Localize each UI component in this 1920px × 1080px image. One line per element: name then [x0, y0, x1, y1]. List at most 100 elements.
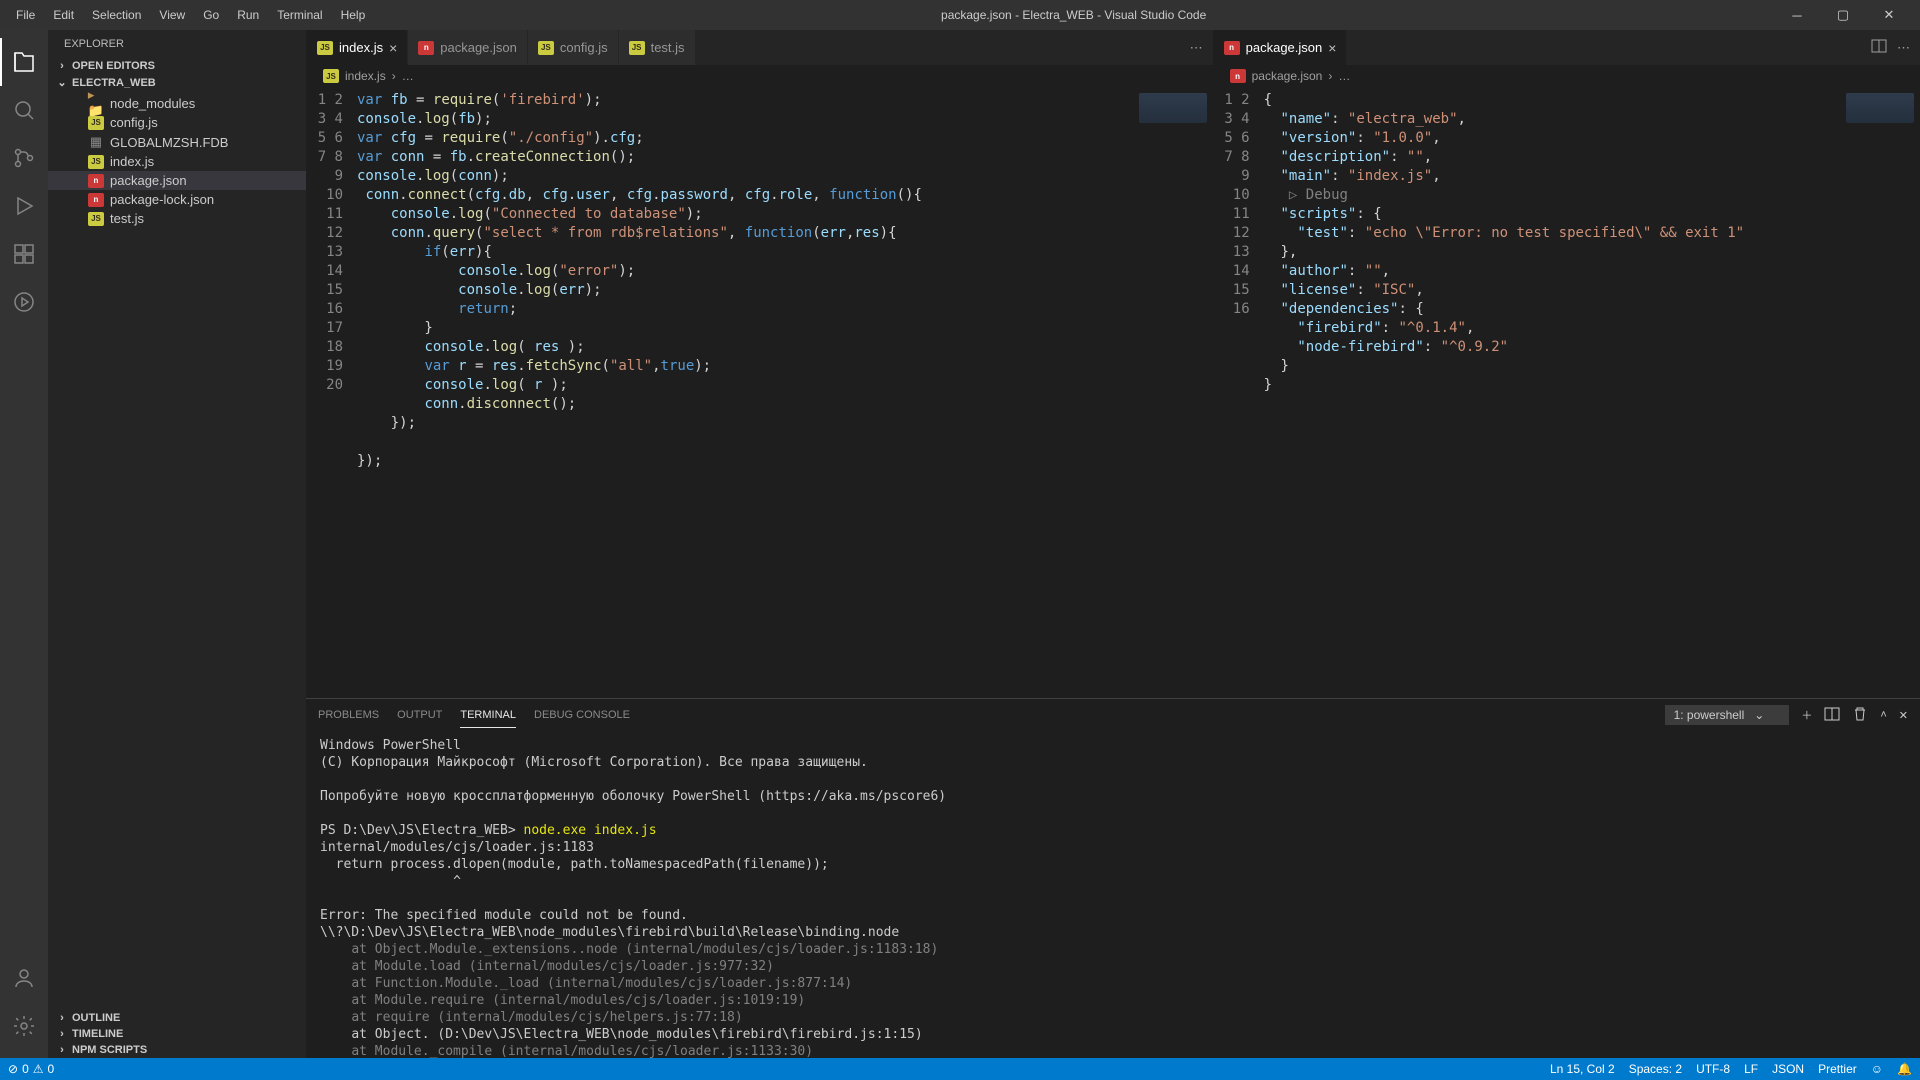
- titlebar: FileEditSelectionViewGoRunTerminalHelp p…: [0, 0, 1920, 30]
- chevron-right-icon: ›: [56, 1044, 68, 1056]
- tabs-right: npackage.json× ⋯: [1214, 30, 1920, 65]
- close-button[interactable]: ✕: [1866, 0, 1912, 30]
- code-content[interactable]: var fb = require('firebird'); console.lo…: [357, 87, 1133, 698]
- minimap[interactable]: [1133, 87, 1213, 698]
- gutter: 1 2 3 4 5 6 7 8 9 10 11 12 13 14 15 16 1…: [307, 87, 357, 698]
- main-area: EXPLORER ›OPEN EDITORS ⌄ELECTRA_WEB ▸ 📁n…: [0, 30, 1920, 1058]
- status-spaces[interactable]: Spaces: 2: [1629, 1062, 1682, 1076]
- status-errors[interactable]: ⊘ 0 ⚠ 0: [8, 1062, 54, 1076]
- window-title: package.json - Electra_WEB - Visual Stud…: [373, 8, 1774, 22]
- file-index.js[interactable]: JSindex.js: [48, 152, 306, 171]
- file-package.json[interactable]: npackage.json: [48, 171, 306, 190]
- chevron-right-icon: ›: [56, 1028, 68, 1040]
- window-controls: ─ ▢ ✕: [1774, 0, 1912, 30]
- gutter: 1 2 3 4 5 6 7 8 9 10 11 12 13 14 15 16: [1214, 87, 1264, 698]
- panel: PROBLEMS OUTPUT TERMINAL DEBUG CONSOLE 1: p…: [306, 698, 1920, 1058]
- statusbar: ⊘ 0 ⚠ 0 Ln 15, Col 2 Spaces: 2 UTF-8 LF …: [0, 1058, 1920, 1080]
- close-panel-icon[interactable]: ✕: [1899, 709, 1908, 722]
- minimize-button[interactable]: ─: [1774, 0, 1820, 30]
- menu-selection[interactable]: Selection: [84, 4, 149, 26]
- npm-scripts-header[interactable]: ›NPM SCRIPTS: [48, 1042, 306, 1058]
- more-icon[interactable]: ⋯: [1190, 40, 1203, 56]
- bell-icon[interactable]: 🔔: [1897, 1062, 1912, 1076]
- close-icon[interactable]: ×: [1328, 40, 1336, 56]
- run-debug-icon[interactable]: [0, 182, 48, 230]
- npm-icon: n: [1230, 69, 1246, 83]
- settings-gear-icon[interactable]: [0, 1002, 48, 1050]
- chevron-right-icon: ›: [56, 1012, 68, 1024]
- trash-icon[interactable]: [1852, 706, 1868, 725]
- close-icon[interactable]: ×: [389, 40, 397, 56]
- terminal[interactable]: Windows PowerShell (C) Корпорация Майкро…: [306, 731, 1920, 1058]
- terminal-selector[interactable]: 1: powershell ⌄: [1665, 705, 1790, 725]
- js-icon: JS: [88, 212, 104, 226]
- npm-icon: n: [418, 41, 434, 55]
- outline-header[interactable]: ›OUTLINE: [48, 1010, 306, 1026]
- js-icon: JS: [538, 41, 554, 55]
- file-config.js[interactable]: JSconfig.js: [48, 113, 306, 132]
- breadcrumb-right[interactable]: n package.json › …: [1214, 65, 1920, 87]
- editor-group-right: npackage.json× ⋯ n package.json › … 1 2 …: [1213, 30, 1920, 698]
- chevron-right-icon: ›: [56, 60, 68, 72]
- extensions-icon[interactable]: [0, 230, 48, 278]
- status-eol[interactable]: LF: [1744, 1062, 1758, 1076]
- db-icon: ▦: [88, 134, 104, 150]
- js-icon: JS: [317, 41, 333, 55]
- tabs-left: JSindex.js×npackage.jsonJSconfig.jsJStes…: [307, 30, 1213, 65]
- tab-index.js[interactable]: JSindex.js×: [307, 30, 408, 65]
- menu-view[interactable]: View: [151, 4, 193, 26]
- tab-test.js[interactable]: JStest.js: [619, 30, 696, 65]
- timeline-header[interactable]: ›TIMELINE: [48, 1026, 306, 1042]
- status-ln-col[interactable]: Ln 15, Col 2: [1550, 1062, 1615, 1076]
- feedback-icon[interactable]: ☺: [1871, 1062, 1883, 1076]
- editor-left[interactable]: 1 2 3 4 5 6 7 8 9 10 11 12 13 14 15 16 1…: [307, 87, 1213, 698]
- split-terminal-icon[interactable]: [1824, 706, 1840, 725]
- panel-tab-problems[interactable]: PROBLEMS: [318, 703, 379, 727]
- menu-file[interactable]: File: [8, 4, 43, 26]
- tab-package.json[interactable]: npackage.json: [408, 30, 528, 65]
- editor-right[interactable]: 1 2 3 4 5 6 7 8 9 10 11 12 13 14 15 16 {…: [1214, 87, 1920, 698]
- tab-package.json[interactable]: npackage.json×: [1214, 30, 1348, 65]
- minimap[interactable]: [1840, 87, 1920, 698]
- npm-icon: n: [88, 174, 104, 188]
- sidebar: EXPLORER ›OPEN EDITORS ⌄ELECTRA_WEB ▸ 📁n…: [48, 30, 306, 1058]
- npm-icon: n: [1224, 41, 1240, 55]
- npm-icon: n: [88, 193, 104, 207]
- maximize-button[interactable]: ▢: [1820, 0, 1866, 30]
- tab-config.js[interactable]: JSconfig.js: [528, 30, 619, 65]
- accounts-icon[interactable]: [0, 954, 48, 1002]
- new-terminal-icon[interactable]: ＋: [1801, 707, 1812, 723]
- file-GLOBALMZSH.FDB[interactable]: ▦GLOBALMZSH.FDB: [48, 132, 306, 152]
- liveshare-icon[interactable]: [0, 278, 48, 326]
- file-test.js[interactable]: JStest.js: [48, 209, 306, 228]
- search-icon[interactable]: [0, 86, 48, 134]
- breadcrumb-left[interactable]: JS index.js › …: [307, 65, 1213, 87]
- menu-edit[interactable]: Edit: [45, 4, 82, 26]
- panel-tab-debug-console[interactable]: DEBUG CONSOLE: [534, 703, 630, 727]
- panel-tab-output[interactable]: OUTPUT: [397, 703, 442, 727]
- open-editors-header[interactable]: ›OPEN EDITORS: [48, 58, 306, 74]
- menu-run[interactable]: Run: [229, 4, 267, 26]
- js-icon: JS: [323, 69, 339, 83]
- js-icon: JS: [88, 116, 104, 130]
- more-icon[interactable]: ⋯: [1897, 40, 1910, 56]
- split-icon[interactable]: [1871, 38, 1887, 57]
- status-encoding[interactable]: UTF-8: [1696, 1062, 1730, 1076]
- file-tree: ▸ 📁node_modulesJSconfig.js▦GLOBALMZSH.FD…: [48, 91, 306, 230]
- status-formatter[interactable]: Prettier: [1818, 1062, 1857, 1076]
- panel-tab-terminal[interactable]: TERMINAL: [460, 703, 516, 728]
- menu-go[interactable]: Go: [195, 4, 227, 26]
- explorer-icon[interactable]: [0, 38, 48, 86]
- chevron-up-icon[interactable]: ˄: [1880, 709, 1886, 721]
- project-header[interactable]: ⌄ELECTRA_WEB: [48, 74, 306, 91]
- code-content[interactable]: { "name": "electra_web", "version": "1.0…: [1264, 87, 1840, 698]
- file-package-lock.json[interactable]: npackage-lock.json: [48, 190, 306, 209]
- status-lang[interactable]: JSON: [1772, 1062, 1804, 1076]
- menu-help[interactable]: Help: [333, 4, 374, 26]
- js-icon: JS: [629, 41, 645, 55]
- editor-group-left: JSindex.js×npackage.jsonJSconfig.jsJStes…: [306, 30, 1213, 698]
- source-control-icon[interactable]: [0, 134, 48, 182]
- file-node_modules[interactable]: ▸ 📁node_modules: [48, 93, 306, 113]
- menu-terminal[interactable]: Terminal: [269, 4, 330, 26]
- editor-area: JSindex.js×npackage.jsonJSconfig.jsJStes…: [306, 30, 1920, 698]
